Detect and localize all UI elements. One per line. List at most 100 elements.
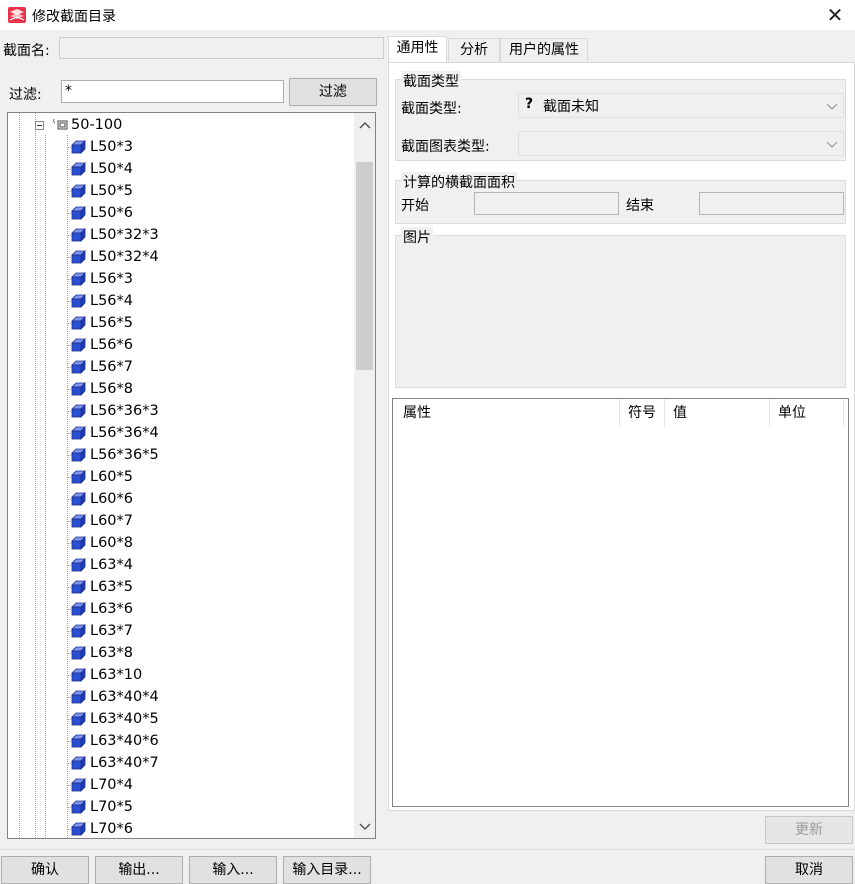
tab-user-properties[interactable]: 用户的属性 <box>500 38 588 62</box>
filter-label: 过滤: <box>9 87 42 103</box>
tree-item[interactable]: L56*3 <box>8 268 354 290</box>
start-field[interactable] <box>474 192 619 215</box>
tree-item[interactable]: L63*10 <box>8 664 354 686</box>
tree-item[interactable]: L56*36*5 <box>8 444 354 466</box>
tree-item[interactable]: L70*5 <box>8 796 354 818</box>
blue-cube-icon <box>71 624 86 638</box>
column-separator <box>843 399 844 427</box>
filter-button[interactable]: 过滤 <box>289 78 377 106</box>
tree-item[interactable]: L63*4 <box>8 554 354 576</box>
window-title: 修改截面目录 <box>32 9 116 25</box>
tree-item[interactable]: L60*5 <box>8 466 354 488</box>
tree-group-label: 50-100 <box>71 117 123 133</box>
tree-item[interactable]: L56*4 <box>8 290 354 312</box>
chart-type-label: 截面图表类型: <box>401 139 490 155</box>
scroll-up-button[interactable] <box>354 113 375 135</box>
blue-cube-icon <box>71 756 86 770</box>
tree-item-label: L50*5 <box>90 183 134 199</box>
chevron-down-icon <box>826 103 838 110</box>
tree-item[interactable]: L70*4 <box>8 774 354 796</box>
section-type-value: 截面未知 <box>543 99 599 115</box>
blue-cube-icon <box>71 140 86 154</box>
unknown-section-icon: ? <box>525 96 534 112</box>
filter-input[interactable]: * <box>61 80 284 103</box>
export-button[interactable]: 输出... <box>95 856 183 884</box>
tree-item-label: L63*7 <box>90 623 134 639</box>
scroll-thumb[interactable] <box>356 162 373 370</box>
tree-item[interactable]: L63*40*6 <box>8 730 354 752</box>
column-header-value[interactable]: 值 <box>673 399 687 427</box>
import-button[interactable]: 输入... <box>189 856 277 884</box>
tree-item[interactable]: L63*40*5 <box>8 708 354 730</box>
tree-item[interactable]: L50*4 <box>8 158 354 180</box>
tree-item[interactable]: L63*7 <box>8 620 354 642</box>
tree-item[interactable]: L60*8 <box>8 532 354 554</box>
section-type-group-title: 截面类型 <box>401 71 461 91</box>
blue-cube-icon <box>71 316 86 330</box>
chevron-down-icon <box>826 141 838 148</box>
tree-item[interactable]: L63*5 <box>8 576 354 598</box>
section-type-label: 截面类型: <box>401 101 462 117</box>
column-header-unit[interactable]: 单位 <box>778 399 806 427</box>
column-separator <box>619 399 620 427</box>
tree-item[interactable]: L63*40*7 <box>8 752 354 774</box>
tab-general[interactable]: 通用性 <box>388 36 447 63</box>
blue-cube-icon <box>71 250 86 264</box>
section-tree[interactable]: 50-100 L50*3 L50*4 L50*5 L50*6 L50*32*3 L50*32… <box>7 112 376 839</box>
blue-cube-icon <box>71 558 86 572</box>
chart-type-select[interactable] <box>518 131 844 156</box>
tree-item[interactable]: L56*7 <box>8 356 354 378</box>
tree-item-label: L60*6 <box>90 491 134 507</box>
collapse-minus-icon[interactable] <box>35 121 44 130</box>
tab-analysis[interactable]: 分析 <box>448 38 500 62</box>
tree-item-label: L50*32*3 <box>90 227 159 243</box>
section-type-select[interactable]: ? 截面未知 <box>518 93 844 118</box>
column-separator <box>769 399 770 427</box>
tree-item-label: L56*3 <box>90 271 134 287</box>
tree-item-label: L63*8 <box>90 645 134 661</box>
picture-group <box>395 235 846 388</box>
section-name-field[interactable] <box>59 37 384 59</box>
ok-button[interactable]: 确认 <box>1 856 89 884</box>
end-field[interactable] <box>699 192 844 215</box>
blue-cube-icon <box>71 778 86 792</box>
tree-item[interactable]: L56*6 <box>8 334 354 356</box>
tree-item[interactable]: L63*40*4 <box>8 686 354 708</box>
tree-item[interactable]: L63*6 <box>8 598 354 620</box>
tree-item[interactable]: L50*6 <box>8 202 354 224</box>
tree-item[interactable]: L50*32*3 <box>8 224 354 246</box>
tree-item-label: L63*6 <box>90 601 134 617</box>
tree-item[interactable]: L60*6 <box>8 488 354 510</box>
tree-item-label: L60*7 <box>90 513 134 529</box>
blue-cube-icon <box>71 228 86 242</box>
tree-item[interactable]: L70*6 <box>8 818 354 838</box>
tree-item[interactable]: L56*36*4 <box>8 422 354 444</box>
blue-cube-icon <box>71 294 86 308</box>
blue-cube-icon <box>71 646 86 660</box>
cancel-button[interactable]: 取消 <box>765 856 853 884</box>
blue-cube-icon <box>71 184 86 198</box>
blue-cube-icon <box>71 426 86 440</box>
tree-item-label: L56*36*4 <box>90 425 159 441</box>
import-catalog-button[interactable]: 输入目录... <box>283 856 371 884</box>
tree-item[interactable]: L56*36*3 <box>8 400 354 422</box>
tree-item[interactable]: L56*8 <box>8 378 354 400</box>
end-label: 结束 <box>626 198 654 214</box>
tree-item-label: L63*10 <box>90 667 143 683</box>
tree-item[interactable]: L50*5 <box>8 180 354 202</box>
tree-item[interactable]: L60*7 <box>8 510 354 532</box>
tree-item[interactable]: L56*5 <box>8 312 354 334</box>
blue-cube-icon <box>71 602 86 616</box>
close-icon: ✕ <box>826 3 844 27</box>
column-header-property[interactable]: 属性 <box>403 399 431 427</box>
tree-group-row[interactable]: 50-100 <box>8 114 354 136</box>
column-header-symbol[interactable]: 符号 <box>628 399 656 427</box>
update-button[interactable]: 更新 <box>765 816 853 844</box>
tree-item[interactable]: L63*8 <box>8 642 354 664</box>
close-button[interactable]: ✕ <box>823 4 847 26</box>
tree-item-label: L70*4 <box>90 777 134 793</box>
tree-item[interactable]: L50*32*4 <box>8 246 354 268</box>
scroll-down-button[interactable] <box>354 816 375 838</box>
tree-item[interactable]: L50*3 <box>8 136 354 158</box>
properties-table[interactable]: 属性 符号 值 单位 <box>392 398 849 807</box>
